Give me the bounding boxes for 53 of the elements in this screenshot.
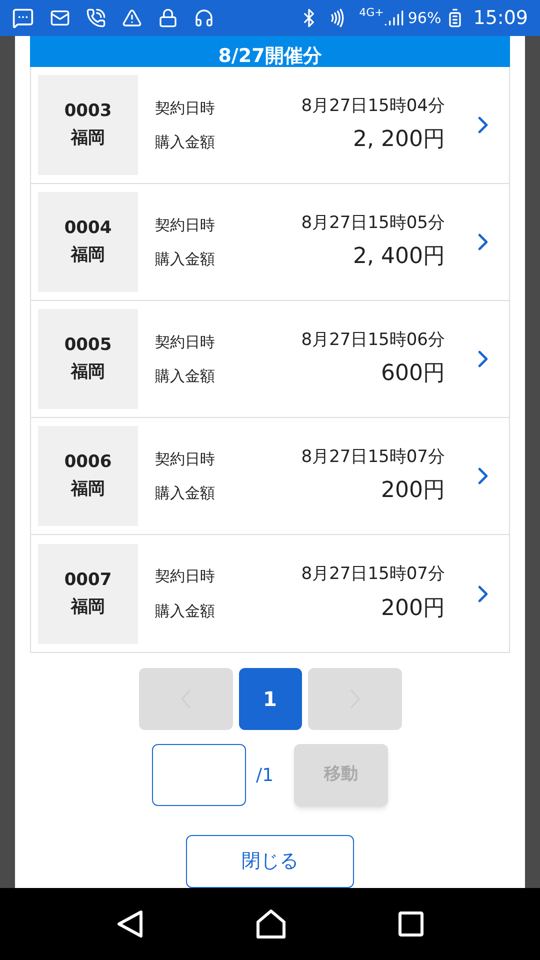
contract-datetime: 8月27日15時07分 [301, 563, 445, 586]
purchase-amount: 2, 400円 [353, 243, 445, 272]
contract-datetime: 8月27日15時07分 [301, 446, 445, 469]
amount-label: 購入金額 [155, 600, 215, 622]
venue-name: 福岡 [71, 478, 105, 501]
message-icon [12, 7, 34, 29]
home-icon[interactable] [254, 909, 287, 939]
page-button[interactable]: 1 [238, 668, 302, 730]
call-icon [86, 8, 106, 28]
page-total: /1 [256, 764, 275, 788]
contract-row[interactable]: 0004 福岡 契約日時 購入金額 8月27日15時05分 2, 400円 [31, 184, 509, 301]
headphones-icon [194, 8, 214, 28]
venue-name: 福岡 [71, 244, 105, 267]
amount-label: 購入金額 [155, 249, 215, 270]
contract-datetime: 8月27日15時05分 [301, 212, 445, 235]
venue-name: 福岡 [71, 596, 105, 618]
purchase-amount: 200円 [381, 477, 445, 506]
amount-label: 購入金額 [155, 483, 215, 504]
venue-name: 福岡 [71, 127, 105, 150]
close-button[interactable]: 閉じる [186, 835, 354, 888]
contract-number: 0007 [64, 568, 112, 592]
back-icon[interactable] [116, 909, 144, 939]
battery-level: 96% [408, 8, 442, 29]
header-title: 8/27開催分 [218, 45, 322, 67]
amount-label: 購入金額 [155, 132, 215, 153]
page-number-field[interactable] [152, 744, 246, 806]
warning-icon [122, 8, 142, 28]
contract-datetime: 8月27日15時04分 [301, 94, 445, 118]
contract-number: 0004 [64, 217, 112, 240]
amount-label: 購入金額 [155, 366, 215, 387]
purchase-amount: 2, 200円 [353, 126, 445, 154]
venue-name: 福岡 [71, 361, 105, 384]
contract-datetime: 8月27日15時06分 [301, 328, 445, 352]
datetime-label: 契約日時 [155, 448, 215, 470]
purchase-amount: 600円 [381, 360, 445, 388]
datetime-label: 契約日時 [155, 98, 215, 118]
contract-number: 0006 [64, 451, 112, 474]
network-type: 4G+ [359, 5, 384, 21]
datetime-label: 契約日時 [155, 332, 215, 352]
contract-row[interactable]: 0007 福岡 契約日時 購入金額 8月27日15時07分 200円 [31, 535, 509, 652]
contract-row[interactable]: 0005 福岡 契約日時 購入金額 8月27日15時06分 600円 [31, 301, 509, 418]
contract-row[interactable]: 0006 福岡 契約日時 購入金額 8月27日15時07分 200円 [31, 418, 509, 535]
lock-icon [158, 8, 178, 28]
clock: 15:09 [473, 6, 528, 31]
recents-icon[interactable] [398, 911, 424, 937]
datetime-label: 契約日時 [155, 566, 215, 587]
mail-icon [50, 8, 70, 28]
contract-number: 0003 [64, 100, 112, 123]
datetime-label: 契約日時 [155, 214, 215, 236]
purchase-amount: 200円 [381, 594, 445, 623]
contract-row[interactable]: 0003 福岡 契約日時 購入金額 8月27日15時04分 2, 200円 [31, 67, 509, 184]
contract-number: 0005 [64, 334, 112, 357]
signal-icon [384, 8, 404, 28]
